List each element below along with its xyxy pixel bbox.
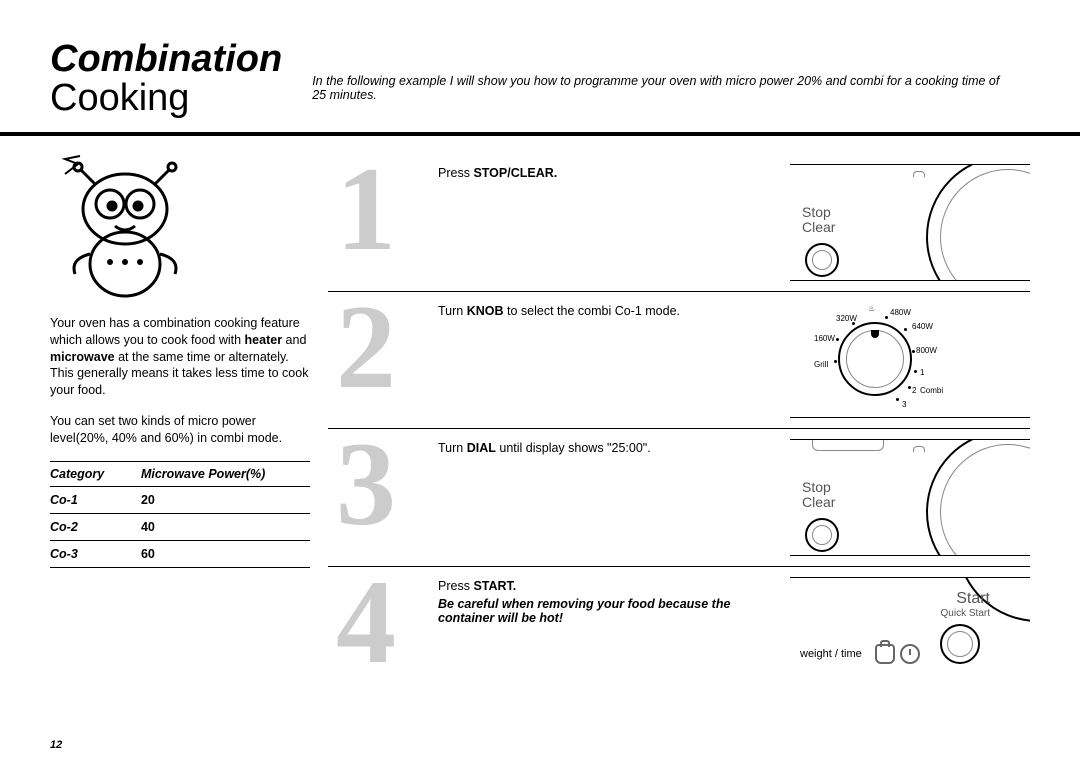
panel-illustration-knob: ♨ 480W 320W 640W 160W 800W Grill 1 2 Com… <box>790 302 1030 418</box>
panel-illustration-stop-clear: StopClear <box>790 164 1030 281</box>
table-head-power: Microwave Power(%) <box>121 461 310 486</box>
panel-illustration-start: Start Quick Start weight / time <box>790 577 1030 678</box>
description-para-2: You can set two kinds of micro power lev… <box>50 413 310 447</box>
table-head-category: Category <box>50 461 121 486</box>
step-4-text: Press START. <box>438 579 780 593</box>
warning-text: Be careful when removing your food becau… <box>438 597 780 625</box>
table-row: Co-240 <box>50 513 310 540</box>
horizontal-rule <box>0 132 1080 136</box>
stop-clear-button-icon <box>805 243 839 277</box>
stop-clear-button-icon <box>805 518 839 552</box>
step-number-icon: 1 <box>336 158 396 260</box>
intro-text: In the following example I will show you… <box>312 74 1012 120</box>
table-row: Co-360 <box>50 540 310 567</box>
table-row: Co-120 <box>50 486 310 513</box>
step-2-text: Turn KNOB to select the combi Co-1 mode. <box>438 302 790 318</box>
step-2: 2 Turn KNOB to select the combi Co-1 mod… <box>328 292 1030 429</box>
step-1: 1 Press STOP/CLEAR. StopClear <box>328 154 1030 292</box>
step-number-icon: 4 <box>336 571 396 673</box>
page-title-sub: Cooking <box>50 78 282 120</box>
clock-icon <box>900 644 920 664</box>
start-button-icon <box>940 624 980 664</box>
page-title-main: Combination <box>50 40 282 78</box>
step-4: 4 Press START. Be careful when removing … <box>328 567 1030 687</box>
step-3-text: Turn DIAL until display shows "25:00". <box>438 439 790 455</box>
mascot-icon <box>60 154 190 304</box>
description-para-1: Your oven has a combination cooking feat… <box>50 315 310 399</box>
weight-icon <box>875 644 895 664</box>
step-3: 3 Turn DIAL until display shows "25:00".… <box>328 429 1030 567</box>
page-number: 12 <box>50 739 62 751</box>
step-number-icon: 3 <box>336 433 396 535</box>
power-table: Category Microwave Power(%) Co-120 Co-24… <box>50 461 310 568</box>
step-1-text: Press STOP/CLEAR. <box>438 164 790 180</box>
step-number-icon: 2 <box>336 296 396 398</box>
panel-illustration-dial: StopClear <box>790 439 1030 556</box>
